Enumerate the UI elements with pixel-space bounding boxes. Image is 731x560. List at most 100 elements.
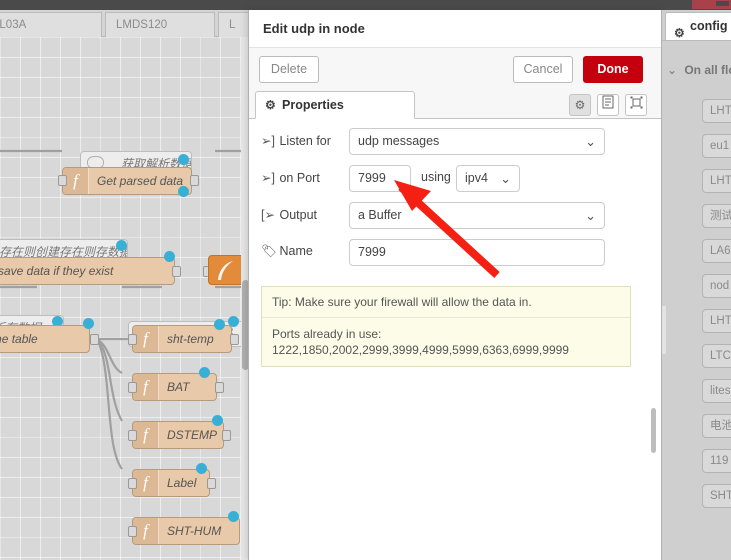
node-input-port[interactable] (128, 334, 137, 345)
sign-in-icon: ➢] (261, 171, 275, 185)
flow-tab-lmds120[interactable]: LMDS120 (105, 12, 215, 37)
on-port-label: ➢] on Port (261, 170, 351, 185)
flow-canvas[interactable]: 获取解析数据 f Get parsed data 存在则创建存在则存数据 n't… (0, 37, 250, 560)
palette-item-label: nod (710, 280, 730, 292)
listen-for-select[interactable]: udp messages ⌄ (349, 128, 605, 155)
palette-item[interactable]: eu1 (702, 134, 731, 158)
flow-tab-l[interactable]: L (218, 12, 250, 37)
ip-version-select[interactable]: ipv4 ⌄ (456, 165, 520, 192)
node-output-port[interactable] (172, 266, 181, 277)
node-status-dot (196, 463, 207, 474)
node-input-port[interactable] (128, 478, 137, 489)
palette-item-label: eu1 (710, 140, 730, 152)
node-label: ta for the table (0, 332, 38, 346)
node-input-port[interactable] (128, 382, 137, 393)
dialog-toolbar: Delete Cancel Done (249, 48, 661, 91)
palette-item[interactable]: SHT (702, 484, 731, 508)
node-label: sht-temp (167, 332, 214, 346)
delete-button[interactable]: Delete (259, 56, 319, 83)
flow-tab-lwl03a[interactable]: LWL03A (0, 12, 102, 37)
output-value: a Buffer (358, 208, 402, 222)
palette-item[interactable]: LA6 (702, 239, 731, 263)
function-node-save-data[interactable]: n't exist, save data if they exist (0, 257, 175, 285)
flow-editor: LWL03A LMDS120 L (0, 10, 250, 560)
name-label: 🏷 Name (261, 244, 351, 259)
palette-item-label: 电池 (710, 420, 731, 432)
ip-version-value: ipv4 (465, 171, 488, 185)
field-row-on-port: ➢] on Port 7999 using ipv4 ⌄ (249, 165, 661, 202)
node-status-dot (199, 367, 210, 378)
node-input-port[interactable] (58, 175, 67, 186)
node-label: Get parsed data (97, 174, 184, 188)
done-button[interactable]: Done (583, 56, 643, 83)
function-node-sht-hum[interactable]: f SHT-HUM (132, 517, 240, 545)
titlebar-accent-inner (716, 1, 729, 6)
palette-scrollbar-thumb[interactable] (662, 306, 666, 354)
palette-item[interactable]: LHT (702, 169, 731, 193)
output-label: [➢ Output (261, 207, 351, 222)
node-status-dot (178, 186, 189, 197)
node-status-dot (83, 318, 94, 329)
node-status-dot (164, 251, 175, 262)
label-text: Name (279, 244, 313, 258)
function-node-get-parsed-data[interactable]: f Get parsed data (62, 167, 192, 195)
node-input-port[interactable] (128, 526, 137, 537)
cancel-button[interactable]: Cancel (513, 56, 573, 83)
tab-properties[interactable]: ⚙ Properties (255, 91, 415, 119)
field-row-name: 🏷 Name 7999 (249, 239, 661, 276)
palette-item-label: LTC (710, 350, 731, 362)
edit-node-dialog: Edit udp in node Delete Cancel Done ⚙ Pr… (248, 10, 662, 560)
node-input-port[interactable] (128, 430, 137, 441)
dialog-scrollbar-thumb[interactable] (651, 408, 656, 453)
palette-item[interactable]: LHT (702, 309, 731, 333)
palette-item-label: 119 (710, 455, 729, 467)
sign-out-icon: [➢ (261, 208, 275, 222)
palette-item[interactable]: 电池 (702, 414, 731, 438)
listen-for-value: udp messages (358, 134, 440, 148)
label-text: Output (279, 208, 318, 222)
description-icon (602, 95, 614, 109)
palette-item[interactable]: 119 (702, 449, 731, 473)
palette-item-label: lites (710, 385, 731, 397)
function-node-table-data[interactable]: ta for the table (0, 325, 90, 353)
node-output-port[interactable] (215, 382, 224, 393)
chevron-down-icon: ⌄ (500, 171, 511, 186)
palette-section-label: On all flow (684, 63, 731, 77)
palette-item[interactable]: LTC (702, 344, 731, 368)
function-node-dstemp[interactable]: f DSTEMP (132, 421, 224, 449)
port-input[interactable]: 7999 (349, 165, 411, 192)
tab-config[interactable]: ⚙ config (665, 12, 731, 40)
palette-item[interactable]: 测试 (702, 204, 731, 228)
tab-properties-label: Properties (282, 98, 344, 112)
label-text: on Port (279, 171, 320, 185)
palette-section-header[interactable]: ⌄ On all flow (667, 63, 731, 77)
node-label: DSTEMP (167, 428, 218, 442)
node-status-dot (178, 154, 189, 165)
chevron-down-icon: ⌄ (585, 208, 596, 223)
label-text: Listen for (279, 134, 331, 148)
tag-icon: 🏷 (261, 244, 277, 258)
node-status-dot (214, 319, 225, 330)
appearance-icon-button[interactable] (625, 94, 647, 116)
name-input[interactable]: 7999 (349, 239, 605, 266)
node-output-port[interactable] (207, 478, 216, 489)
output-select[interactable]: a Buffer ⌄ (349, 202, 605, 229)
palette-item[interactable]: LHT (702, 99, 731, 123)
node-output-port[interactable] (222, 430, 231, 441)
properties-form: ➢] Listen for udp messages ⌄ ➢] on Port … (249, 128, 661, 367)
node-label: SHT-HUM (167, 524, 222, 538)
gear-icon-button[interactable]: ⚙ (569, 94, 591, 116)
node-label: Label (167, 476, 197, 490)
ports-list: 1222,1850,2002,2999,3999,4999,5999,6363,… (272, 343, 569, 357)
description-icon-button[interactable] (597, 94, 619, 116)
palette-item[interactable]: lites (702, 379, 731, 403)
flow-tab-label: LMDS120 (116, 19, 168, 31)
app-root: LWL03A LMDS120 L (0, 0, 731, 560)
palette-item[interactable]: nod (702, 274, 731, 298)
node-output-port[interactable] (230, 334, 239, 345)
dialog-tabs: ⚙ Properties ⚙ (249, 91, 661, 119)
appearance-icon (630, 96, 642, 109)
node-output-port[interactable] (90, 334, 99, 345)
palette-item-label: SHT (710, 490, 731, 502)
node-output-port[interactable] (190, 175, 199, 186)
